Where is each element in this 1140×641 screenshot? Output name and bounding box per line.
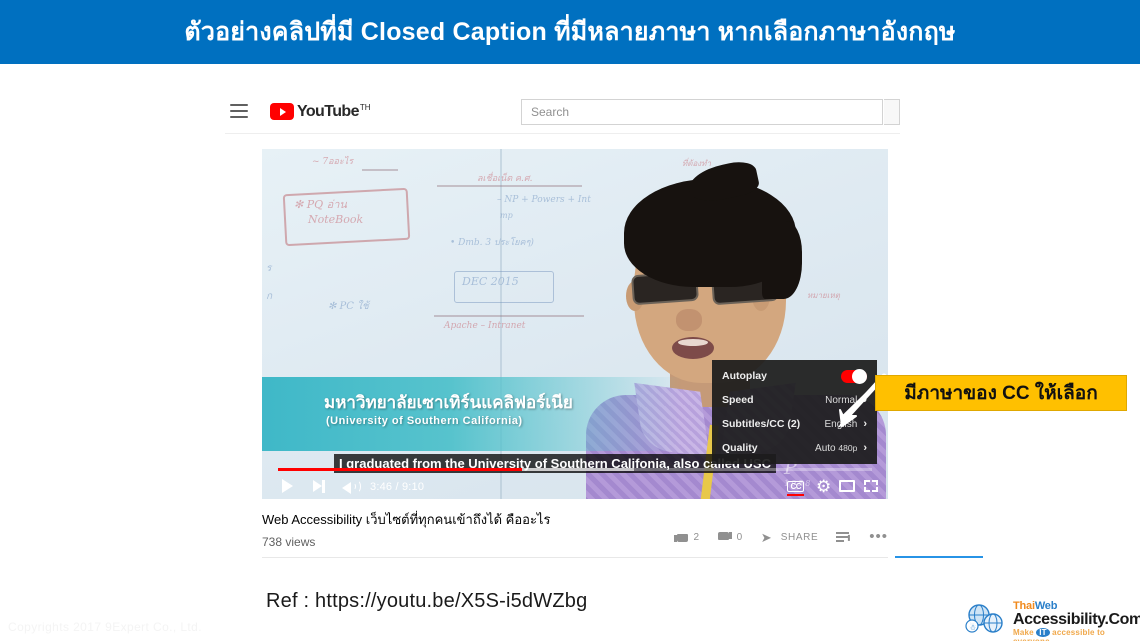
video-lower-third: มหาวิทยาลัยเซาเทิร์นแคลิฟอร์เนีย (Univer… — [262, 377, 682, 451]
save-button[interactable] — [836, 531, 851, 543]
share-label: SHARE — [780, 531, 819, 543]
cc-label: CC — [787, 481, 804, 492]
youtube-screenshot-panel: YouTube TH ✻ PQ อ่าน NoteBook ~ 7ออะไร ร… — [225, 92, 983, 572]
dislike-button[interactable]: 0 — [717, 530, 743, 544]
settings-row-quality[interactable]: Quality Auto 480p › — [712, 436, 877, 460]
theater-mode-icon[interactable] — [839, 480, 855, 492]
like-button[interactable]: 2 — [674, 530, 699, 544]
chevron-right-icon: › — [863, 442, 867, 454]
youtube-play-mark-icon — [270, 103, 294, 120]
play-icon[interactable] — [282, 479, 293, 493]
logo-tagline: Make IT accessible to everyone — [1013, 628, 1135, 641]
callout-cc-languages: มีภาษาของ CC ให้เลือก — [875, 375, 1127, 411]
like-bar-indicator — [895, 556, 983, 558]
video-time-display: 3:46 / 9:10 — [370, 481, 425, 493]
lower-third-thai-text: มหาวิทยาลัยเซาเทิร์นแคลิฟอร์เนีย — [324, 393, 573, 412]
thaiweb-accessibility-logo: ☃ ThaiWeb Accessibility.Com Make IT acce… — [963, 600, 1140, 641]
tagline-pre: Make — [1013, 628, 1037, 637]
video-played-bar — [278, 468, 522, 471]
thumbs-down-icon — [717, 530, 732, 544]
settings-label-subtitles: Subtitles/CC (2) — [722, 418, 801, 430]
settings-value-quality: Auto 480p — [815, 443, 857, 454]
volume-icon[interactable] — [342, 479, 361, 494]
next-video-icon[interactable] — [313, 480, 325, 493]
settings-label-quality: Quality — [722, 442, 758, 454]
settings-label-speed: Speed — [722, 394, 754, 406]
fullscreen-icon[interactable] — [864, 480, 878, 492]
youtube-logo-country-code: TH — [359, 103, 371, 112]
search-input[interactable] — [521, 99, 883, 125]
slide-root: ตัวอย่างคลิปที่มี Closed Caption ที่มีหล… — [0, 0, 1140, 641]
slide-banner: ตัวอย่างคลิปที่มี Closed Caption ที่มีหล… — [0, 0, 1140, 64]
globe-accessibility-icon: ☃ — [965, 604, 1003, 633]
video-title: Web Accessibility เว็บไซต์ที่ทุกคนเข้าถึ… — [262, 512, 551, 527]
meta-divider — [262, 557, 888, 558]
share-button[interactable]: SHARE — [761, 531, 818, 544]
hamburger-icon[interactable] — [230, 104, 248, 118]
cc-icon[interactable]: CC — [787, 481, 804, 496]
youtube-logo-text: YouTube — [297, 103, 359, 120]
video-view-count: 738 views — [262, 535, 316, 549]
quality-mode: Auto — [815, 442, 836, 454]
more-options-button[interactable]: ••• — [869, 528, 888, 545]
youtube-logo[interactable]: YouTube TH — [270, 103, 371, 120]
save-to-playlist-icon — [836, 531, 851, 543]
svg-text:☃: ☃ — [969, 622, 976, 632]
player-control-bar: 3:46 / 9:10 CC — [262, 472, 888, 499]
quality-resolution: 480p — [838, 442, 858, 453]
youtube-header: YouTube TH — [225, 92, 900, 134]
share-arrow-icon — [761, 531, 776, 544]
video-progress-bar[interactable] — [278, 468, 872, 471]
reference-url: Ref : https://youtu.be/X5S-i5dWZbg — [266, 590, 588, 612]
video-action-bar: 2 0 SHARE ••• — [674, 528, 888, 545]
copyright-watermark: Copyrights 2017 9Expert Co., Ltd. — [8, 620, 202, 634]
video-meta: Web Accessibility เว็บไซต์ที่ทุกคนเข้าถึ… — [262, 509, 983, 558]
thumbs-up-icon — [674, 530, 689, 544]
dislike-count: 0 — [736, 531, 743, 543]
settings-label-autoplay: Autoplay — [722, 370, 767, 382]
tagline-it-badge: IT — [1036, 628, 1050, 637]
search-button[interactable] — [884, 99, 900, 125]
more-options-icon: ••• — [869, 528, 888, 545]
logo-line-2: Accessibility.Com — [1013, 611, 1140, 628]
lower-third-english-text: (University of Southern California) — [326, 415, 523, 427]
cc-active-indicator — [787, 494, 804, 496]
gear-icon[interactable] — [816, 479, 830, 493]
like-count: 2 — [693, 531, 700, 543]
callout-text: มีภาษาของ CC ให้เลือก — [904, 383, 1098, 404]
page-title: ตัวอย่างคลิปที่มี Closed Caption ที่มีหล… — [184, 18, 956, 46]
